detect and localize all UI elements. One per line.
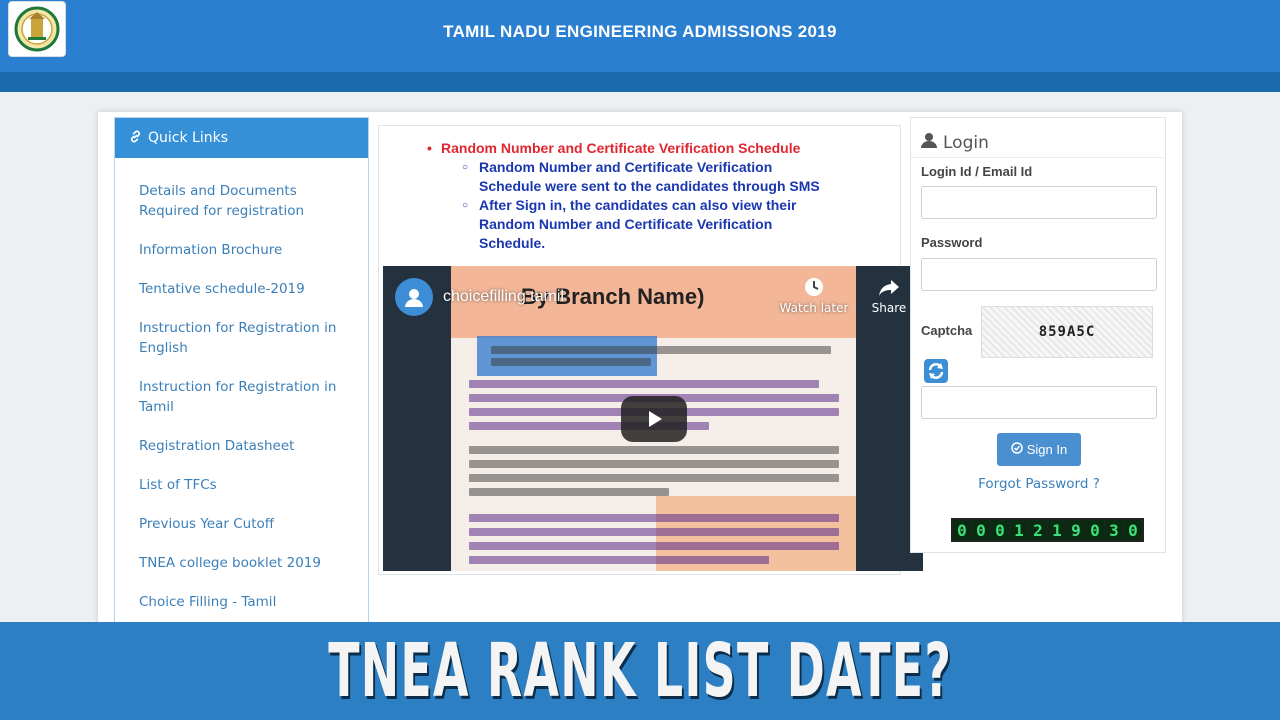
- header-bar: TAMIL NADU ENGINEERING ADMISSIONS 2019: [0, 0, 1280, 72]
- avatar-icon[interactable]: [395, 278, 433, 316]
- captcha-input[interactable]: [921, 386, 1157, 419]
- notice-point: Random Number and Certificate Verificati…: [462, 158, 829, 196]
- password-input[interactable]: [921, 258, 1157, 291]
- counter-digit: 9: [1067, 520, 1085, 540]
- watch-later-label: Watch later: [779, 301, 849, 315]
- forgot-password-link[interactable]: Forgot Password ?: [911, 476, 1167, 492]
- video-screenshot-thumbnail: [477, 336, 657, 376]
- counter-digit: 0: [1124, 520, 1142, 540]
- quick-links-header: Quick Links: [115, 118, 368, 158]
- video-text-line: [469, 460, 839, 468]
- quick-links-title: Quick Links: [148, 130, 229, 146]
- notice-points: Random Number and Certificate Verificati…: [441, 158, 900, 253]
- site-title: TAMIL NADU ENGINEERING ADMISSIONS 2019: [443, 22, 837, 41]
- video-text-line: [469, 556, 769, 564]
- video-text-line: [491, 358, 651, 366]
- login-header: Login: [911, 118, 1165, 158]
- counter-digit: 0: [991, 520, 1009, 540]
- quick-link-item[interactable]: Previous Year Cutoff: [115, 505, 368, 544]
- video-text-line: [469, 514, 839, 522]
- counter-digit: 0: [953, 520, 971, 540]
- quick-link-item[interactable]: Choice Filling - Tamil: [115, 583, 368, 622]
- quick-link-item[interactable]: Instruction for Registration in Tamil: [115, 368, 368, 427]
- login-id-input[interactable]: [921, 186, 1157, 219]
- user-icon: [921, 132, 937, 153]
- counter-digit: 2: [1029, 520, 1047, 540]
- counter-digit: 0: [972, 520, 990, 540]
- counter-digit: 0: [1086, 520, 1104, 540]
- clock-icon: [779, 276, 849, 301]
- video-text-line: [469, 488, 669, 496]
- banner-text: TNEA RANK LIST DATE?: [328, 628, 952, 714]
- play-icon[interactable]: [621, 396, 687, 442]
- captcha-label: Captcha: [921, 323, 973, 338]
- refresh-captcha-icon[interactable]: [923, 358, 949, 384]
- counter-digit: 3: [1105, 520, 1123, 540]
- sign-in-button[interactable]: Sign In: [997, 433, 1081, 466]
- video-text-line: [469, 528, 839, 536]
- counter-digit: 1: [1010, 520, 1028, 540]
- video-text-line: [469, 380, 819, 388]
- notice-point: After Sign in, the candidates can also v…: [462, 196, 829, 253]
- quick-link-item[interactable]: TNEA college booklet 2019: [115, 544, 368, 583]
- share-button[interactable]: Share: [861, 278, 917, 315]
- counter-digit: 1: [1048, 520, 1066, 540]
- visitor-counter: 0 0 0 1 2 1 9 0 3 0: [951, 518, 1144, 542]
- quick-link-item[interactable]: Registration Datasheet: [115, 427, 368, 466]
- password-label: Password: [921, 235, 983, 250]
- share-label: Share: [871, 301, 907, 315]
- overlay-banner: TNEA RANK LIST DATE?: [0, 622, 1280, 720]
- quick-link-item[interactable]: Details and Documents Required for regis…: [115, 172, 368, 231]
- video-text-line: [469, 474, 839, 482]
- quick-link-item[interactable]: Tentative schedule-2019: [115, 270, 368, 309]
- video-text-line: [469, 446, 839, 454]
- captcha-image: 859A5C: [981, 306, 1153, 358]
- link-icon: [129, 130, 142, 147]
- login-id-label: Login Id / Email Id: [921, 164, 1033, 179]
- quick-link-item[interactable]: Information Brochure: [115, 231, 368, 270]
- sub-header-bar: [0, 72, 1280, 92]
- quick-link-item[interactable]: Instruction for Registration in English: [115, 309, 368, 368]
- login-panel: Login Login Id / Email Id Password Captc…: [910, 117, 1166, 553]
- video-channel-title[interactable]: choicefilling tamil: [443, 288, 564, 306]
- quick-link-item[interactable]: List of TFCs: [115, 466, 368, 505]
- sign-in-label: Sign In: [1026, 442, 1068, 457]
- login-title: Login: [943, 132, 989, 153]
- video-text-line: [469, 542, 839, 550]
- video-text-line: [491, 346, 831, 354]
- watch-later-button[interactable]: Watch later: [779, 276, 849, 315]
- quick-links-list: Details and Documents Required for regis…: [115, 158, 368, 622]
- check-circle-icon: [1011, 442, 1023, 457]
- embedded-video-player[interactable]: By Branch Name) choicefilling tamil Watc…: [383, 266, 923, 571]
- quick-links-panel: Quick Links Details and Documents Requir…: [114, 117, 369, 637]
- share-icon: [861, 278, 917, 301]
- notice-content: Random Number and Certificate Verificati…: [379, 126, 900, 253]
- notice-heading[interactable]: Random Number and Certificate Verificati…: [427, 140, 900, 156]
